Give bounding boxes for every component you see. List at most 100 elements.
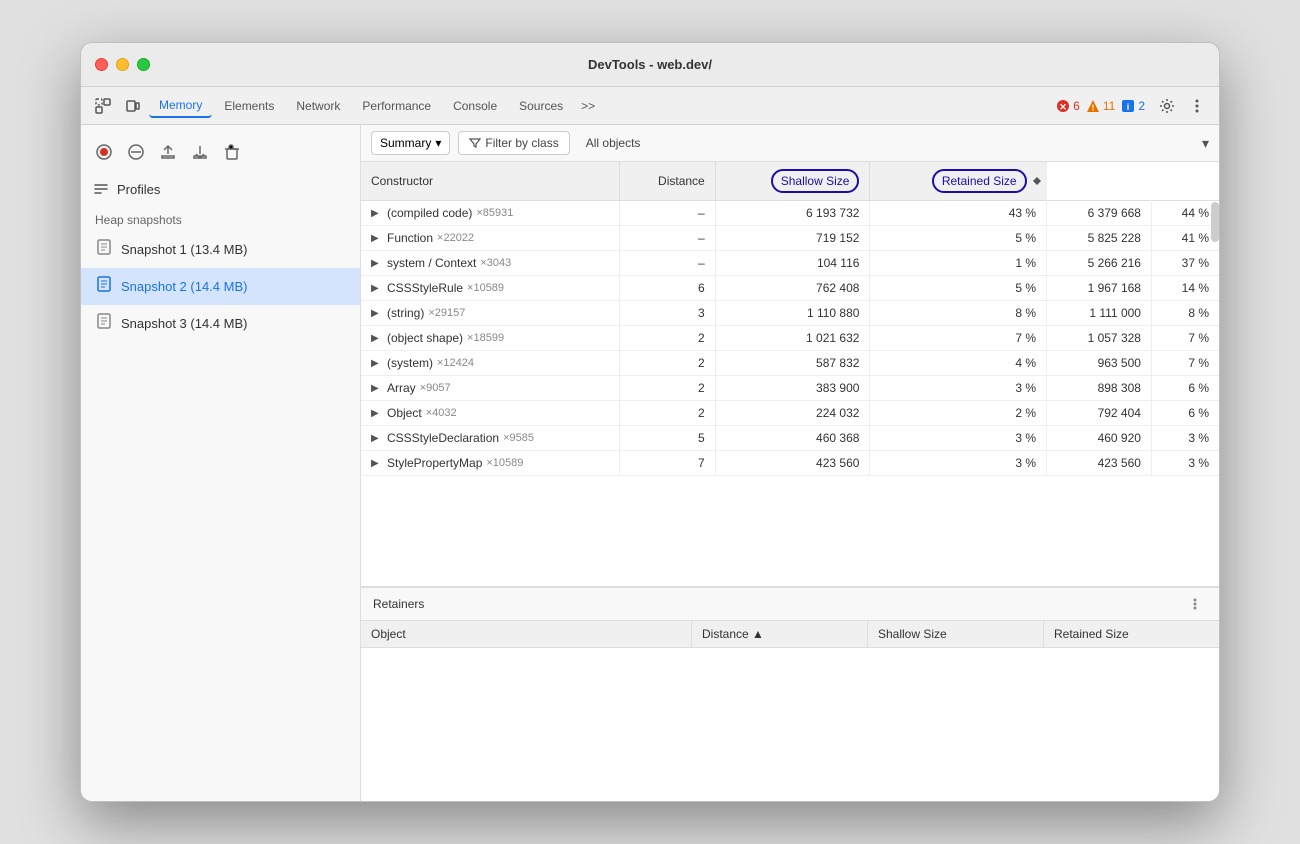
- cell-retained-pct: 3 %: [1151, 426, 1219, 451]
- table-row[interactable]: ▶ Function ×22022 – 719 152 5 % 5 825 22…: [361, 226, 1219, 251]
- ret-col-distance: Distance ▲: [692, 621, 868, 647]
- cell-shallow-size: 460 368: [715, 426, 870, 451]
- cell-shallow-pct: 7 %: [870, 326, 1047, 351]
- cell-distance: 2: [620, 376, 715, 401]
- expand-arrow[interactable]: ▶: [371, 308, 383, 319]
- col-shallow-size[interactable]: Shallow Size: [715, 162, 870, 201]
- settings-icon[interactable]: [1153, 92, 1181, 120]
- tab-elements[interactable]: Elements: [214, 95, 284, 117]
- sidebar: Profiles Heap snapshots Snapshot 1 (13.4…: [81, 125, 361, 801]
- window-controls: [95, 58, 150, 71]
- cell-retained-size: 963 500: [1047, 351, 1152, 376]
- cell-shallow-size: 719 152: [715, 226, 870, 251]
- table-row[interactable]: ▶ CSSStyleDeclaration ×9585 5 460 368 3 …: [361, 426, 1219, 451]
- table-row[interactable]: ▶ CSSStyleRule ×10589 6 762 408 5 % 1 96…: [361, 276, 1219, 301]
- cell-shallow-size: 1 021 632: [715, 326, 870, 351]
- cell-shallow-size: 224 032: [715, 401, 870, 426]
- expand-arrow[interactable]: ▶: [371, 283, 383, 294]
- heap-table[interactable]: Constructor Distance Shallow Size Retain…: [361, 162, 1219, 586]
- cell-retained-size: 792 404: [1047, 401, 1152, 426]
- cell-shallow-pct: 43 %: [870, 201, 1047, 226]
- cell-retained-size: 5 266 216: [1047, 251, 1152, 276]
- more-options-icon[interactable]: [1183, 92, 1211, 120]
- cell-distance: 3: [620, 301, 715, 326]
- info-badge: i 2: [1121, 99, 1145, 113]
- cell-distance: 2: [620, 401, 715, 426]
- heap-snapshots-label: Heap snapshots: [81, 203, 360, 231]
- cell-retained-size: 423 560: [1047, 451, 1152, 476]
- cell-distance: –: [620, 251, 715, 276]
- tab-sources[interactable]: Sources: [509, 95, 573, 117]
- clear-btn[interactable]: [123, 139, 149, 165]
- upload-btn[interactable]: [155, 139, 181, 165]
- cell-retained-size: 5 825 228: [1047, 226, 1152, 251]
- snapshot-1-label: Snapshot 1 (13.4 MB): [121, 242, 247, 257]
- cell-retained-pct: 8 %: [1151, 301, 1219, 326]
- svg-text:✕: ✕: [1059, 102, 1067, 112]
- cell-retained-size: 1 057 328: [1047, 326, 1152, 351]
- cell-constructor: ▶ (compiled code) ×85931: [361, 201, 620, 226]
- table-row[interactable]: ▶ Object ×4032 2 224 032 2 % 792 404 6 %: [361, 401, 1219, 426]
- cell-constructor: ▶ CSSStyleDeclaration ×9585: [361, 426, 620, 451]
- tab-network[interactable]: Network: [286, 95, 350, 117]
- retainers-section: Retainers Object Distance ▲ Shallow Size…: [361, 586, 1219, 801]
- snapshot-item-3[interactable]: Snapshot 3 (14.4 MB): [81, 305, 360, 342]
- tab-console[interactable]: Console: [443, 95, 507, 117]
- table-row[interactable]: ▶ (compiled code) ×85931 – 6 193 732 43 …: [361, 201, 1219, 226]
- expand-arrow[interactable]: ▶: [371, 383, 383, 394]
- cell-constructor: ▶ Object ×4032: [361, 401, 620, 426]
- all-objects-label: All objects: [578, 132, 649, 154]
- expand-arrow[interactable]: ▶: [371, 258, 383, 269]
- cell-constructor: ▶ (system) ×12424: [361, 351, 620, 376]
- snapshot-item-1[interactable]: Snapshot 1 (13.4 MB): [81, 231, 360, 268]
- table-row[interactable]: ▶ Array ×9057 2 383 900 3 % 898 308 6 %: [361, 376, 1219, 401]
- maximize-button[interactable]: [137, 58, 150, 71]
- scrollbar[interactable]: [1211, 202, 1219, 242]
- toolbar-dropdown-icon[interactable]: ▾: [1202, 135, 1209, 152]
- table-row[interactable]: ▶ (object shape) ×18599 2 1 021 632 7 % …: [361, 326, 1219, 351]
- cell-constructor: ▶ (object shape) ×18599: [361, 326, 620, 351]
- collect-garbage-btn[interactable]: [219, 139, 245, 165]
- device-icon[interactable]: [119, 92, 147, 120]
- expand-arrow[interactable]: ▶: [371, 408, 383, 419]
- expand-arrow[interactable]: ▶: [371, 233, 383, 244]
- tab-memory[interactable]: Memory: [149, 94, 212, 118]
- tab-performance[interactable]: Performance: [352, 95, 441, 117]
- col-retained-size[interactable]: Retained Size: [870, 162, 1047, 201]
- cell-retained-size: 1 111 000: [1047, 301, 1152, 326]
- devtools-navbar: Memory Elements Network Performance Cons…: [81, 87, 1219, 125]
- filter-class-button[interactable]: Filter by class: [458, 131, 569, 155]
- cell-retained-pct: 7 %: [1151, 351, 1219, 376]
- cell-shallow-size: 762 408: [715, 276, 870, 301]
- expand-arrow[interactable]: ▶: [371, 208, 383, 219]
- snapshot-2-label: Snapshot 2 (14.4 MB): [121, 279, 247, 294]
- inspect-icon[interactable]: [89, 92, 117, 120]
- table-row[interactable]: ▶ (string) ×29157 3 1 110 880 8 % 1 111 …: [361, 301, 1219, 326]
- retained-size-highlight: Retained Size: [932, 169, 1027, 193]
- expand-arrow[interactable]: ▶: [371, 333, 383, 344]
- col-distance: Distance: [620, 162, 715, 201]
- content-toolbar: Summary ▾ Filter by class All objects ▾: [361, 125, 1219, 162]
- table-row[interactable]: ▶ system / Context ×3043 – 104 116 1 % 5…: [361, 251, 1219, 276]
- ret-col-shallow: Shallow Size: [868, 621, 1044, 647]
- download-btn[interactable]: [187, 139, 213, 165]
- expand-arrow[interactable]: ▶: [371, 458, 383, 469]
- cell-distance: 2: [620, 351, 715, 376]
- cell-distance: 7: [620, 451, 715, 476]
- table-row[interactable]: ▶ (system) ×12424 2 587 832 4 % 963 500 …: [361, 351, 1219, 376]
- close-button[interactable]: [95, 58, 108, 71]
- more-tabs-button[interactable]: >>: [575, 95, 601, 117]
- cell-retained-pct: 3 %: [1151, 451, 1219, 476]
- cell-retained-pct: 37 %: [1151, 251, 1219, 276]
- cell-shallow-size: 1 110 880: [715, 301, 870, 326]
- snapshot-item-2[interactable]: Snapshot 2 (14.4 MB): [81, 268, 360, 305]
- expand-arrow[interactable]: ▶: [371, 358, 383, 369]
- view-select[interactable]: Summary ▾: [371, 131, 450, 155]
- col-constructor: Constructor: [361, 162, 620, 201]
- expand-arrow[interactable]: ▶: [371, 433, 383, 444]
- retainers-table-header: Object Distance ▲ Shallow Size Retained …: [361, 621, 1219, 648]
- minimize-button[interactable]: [116, 58, 129, 71]
- table-row[interactable]: ▶ StylePropertyMap ×10589 7 423 560 3 % …: [361, 451, 1219, 476]
- snapshot-3-label: Snapshot 3 (14.4 MB): [121, 316, 247, 331]
- record-heap-btn[interactable]: [91, 139, 117, 165]
